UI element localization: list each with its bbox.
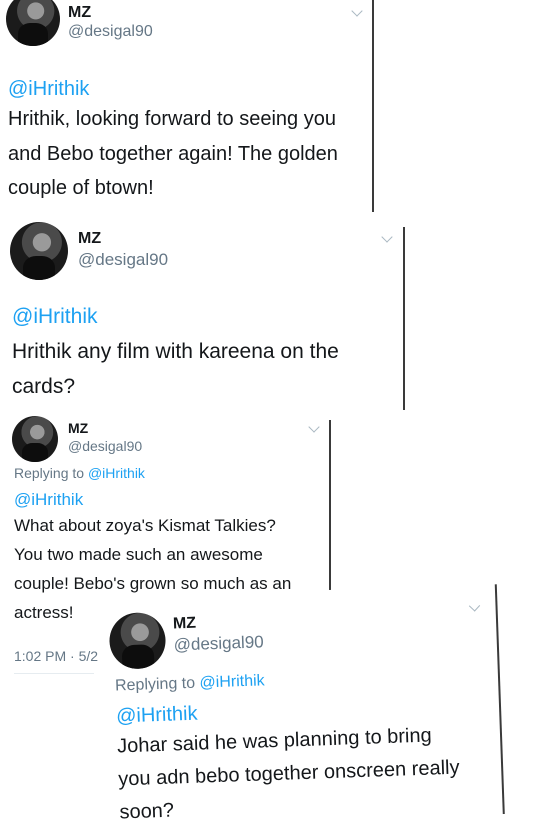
- tweet-card-2: MZ @desigal90 @iHrithik Hrithik any film…: [0, 215, 410, 410]
- replying-to-link[interactable]: @iHrithik: [199, 672, 265, 691]
- mention-link[interactable]: @iHrithik: [8, 78, 89, 101]
- user-handle[interactable]: @desigal90: [68, 23, 153, 41]
- avatar[interactable]: [10, 222, 68, 280]
- timestamp[interactable]: 1:02 PM · 5/2: [14, 648, 98, 664]
- chevron-down-icon[interactable]: [381, 231, 393, 243]
- divider-line: [372, 0, 374, 212]
- tweet-text-line: cards?: [12, 375, 76, 398]
- user-handle[interactable]: @desigal90: [68, 438, 142, 454]
- tweet-text-line: Hrithik any film with kareena on the: [12, 340, 339, 363]
- replying-to-label: Replying to @iHrithik: [115, 672, 265, 695]
- replying-prefix: Replying to: [14, 465, 88, 481]
- tweet-text-line: What about zoya's Kismat Talkies?: [14, 516, 276, 535]
- mention-link[interactable]: @iHrithik: [116, 703, 198, 729]
- tweet-text-line: couple of btown!: [8, 177, 154, 199]
- tweet-text-line: You two made such an awesome: [14, 545, 263, 564]
- user-handle[interactable]: @desigal90: [173, 632, 264, 655]
- chevron-down-icon[interactable]: [351, 5, 363, 17]
- chevron-down-icon[interactable]: [308, 421, 320, 433]
- divider-line: [329, 420, 331, 605]
- separator: [14, 673, 94, 674]
- user-handle[interactable]: @desigal90: [78, 250, 168, 270]
- replying-to-label: Replying to @iHrithik: [14, 465, 145, 481]
- tweet-text-line: Johar said he was planning to bring: [116, 724, 433, 758]
- display-name[interactable]: MZ: [173, 615, 197, 634]
- display-name[interactable]: MZ: [68, 4, 91, 22]
- display-name[interactable]: MZ: [78, 230, 101, 248]
- tweet-card-4: MZ @desigal90 Replying to @iHrithik @iHr…: [100, 582, 533, 828]
- tweet-text-line: and Bebo together again! The golden: [8, 143, 338, 165]
- display-name[interactable]: MZ: [68, 420, 88, 436]
- replying-prefix: Replying to: [114, 674, 200, 695]
- avatar[interactable]: [12, 416, 58, 462]
- replying-to-link[interactable]: @iHrithik: [88, 465, 145, 481]
- divider-line: [494, 584, 505, 815]
- tweet-text-line: couple! Bebo's grown so much as an: [14, 574, 292, 593]
- avatar[interactable]: [108, 611, 167, 670]
- mention-link[interactable]: @iHrithik: [12, 305, 98, 329]
- tweet-text-line: you adn bebo together onscreen really: [117, 756, 460, 791]
- chevron-down-icon[interactable]: [468, 600, 481, 612]
- mention-link[interactable]: @iHrithik: [14, 490, 83, 510]
- tweet-text-line: Hrithik, looking forward to seeing you: [8, 108, 336, 130]
- tweet-text-line: actress!: [14, 603, 74, 622]
- tweet-card-1: MZ @desigal90 @iHrithik Hrithik, looking…: [0, 0, 380, 215]
- tweet-text-line: soon?: [119, 799, 175, 824]
- divider-line: [403, 227, 405, 410]
- avatar[interactable]: [6, 0, 60, 46]
